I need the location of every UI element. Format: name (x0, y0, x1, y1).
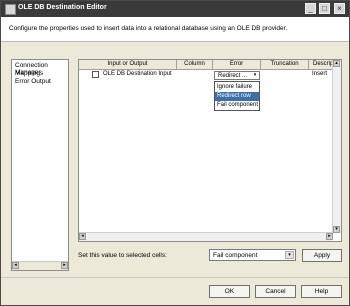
scroll-right-icon[interactable]: ▸ (61, 262, 68, 269)
ole-db-destination-editor-window: OLE DB Destination Editor _ □ × Configur… (0, 0, 350, 306)
close-button[interactable]: × (334, 3, 345, 14)
minimize-button[interactable]: _ (305, 3, 316, 14)
footer-separator (1, 277, 349, 278)
input-name-cell: OLE DB Destination Input (103, 71, 172, 77)
column-header-error: Error (213, 60, 261, 69)
grid-header: Input or Output Column Error Truncation … (79, 60, 341, 70)
app-icon (5, 4, 16, 15)
cancel-button[interactable]: Cancel (255, 285, 296, 298)
column-header-input-or-output: Input or Output (79, 60, 177, 69)
ok-button[interactable]: OK (209, 285, 250, 298)
scroll-left-icon[interactable]: ◂ (12, 262, 19, 269)
scroll-left-icon[interactable]: ◂ (79, 233, 86, 240)
apply-button[interactable]: Apply (302, 249, 342, 262)
chevron-down-icon[interactable]: ▾ (251, 72, 259, 79)
error-dropdown[interactable]: Redirect ... ▾ (214, 71, 260, 80)
error-dropdown-value: Redirect ... (218, 73, 248, 79)
option-redirect-row[interactable]: Redirect row (215, 92, 259, 101)
column-header-column: Column (177, 60, 213, 69)
set-value-label: Set this value to selected cells: (78, 252, 167, 259)
grid-vertical-scrollbar[interactable]: ▴ ▾ (332, 60, 341, 233)
input-icon (92, 71, 99, 78)
nav-item-mappings[interactable]: Mappings (15, 70, 43, 77)
description-text: Configure the properties used to insert … (9, 25, 288, 32)
navigation-pane: Connection Manager Mappings Error Output… (11, 59, 69, 271)
table-row[interactable]: OLE DB Destination Input Redirect ... ▾ … (79, 70, 341, 80)
description-panel: Configure the properties used to insert … (1, 17, 349, 42)
nav-item-error-output[interactable]: Error Output (15, 78, 51, 85)
maximize-button[interactable]: □ (319, 3, 330, 14)
title-bar: OLE DB Destination Editor _ □ × (1, 1, 349, 17)
grid-horizontal-scrollbar[interactable]: ◂ ▸ (79, 232, 333, 241)
scroll-right-icon[interactable]: ▸ (326, 233, 333, 240)
column-header-truncation: Truncation (261, 60, 309, 69)
error-output-grid: Input or Output Column Error Truncation … (78, 59, 342, 242)
error-options-list: Ignore failure Redirect row Fail compone… (214, 81, 260, 111)
window-title: OLE DB Destination Editor (18, 4, 107, 11)
set-value-dropdown[interactable]: Fail component ▾ (209, 249, 296, 261)
option-ignore-failure[interactable]: Ignore failure (215, 83, 259, 92)
option-fail-component[interactable]: Fail component (215, 101, 259, 110)
scroll-down-icon[interactable]: ▾ (333, 226, 340, 233)
chevron-down-icon[interactable]: ▾ (285, 251, 294, 259)
description-cell: Insert (312, 71, 328, 77)
scroll-up-icon[interactable]: ▴ (333, 60, 340, 67)
nav-horizontal-scrollbar[interactable]: ◂ ▸ (12, 261, 68, 270)
help-button[interactable]: Help (301, 285, 342, 298)
set-value-selected: Fail component (213, 252, 258, 259)
